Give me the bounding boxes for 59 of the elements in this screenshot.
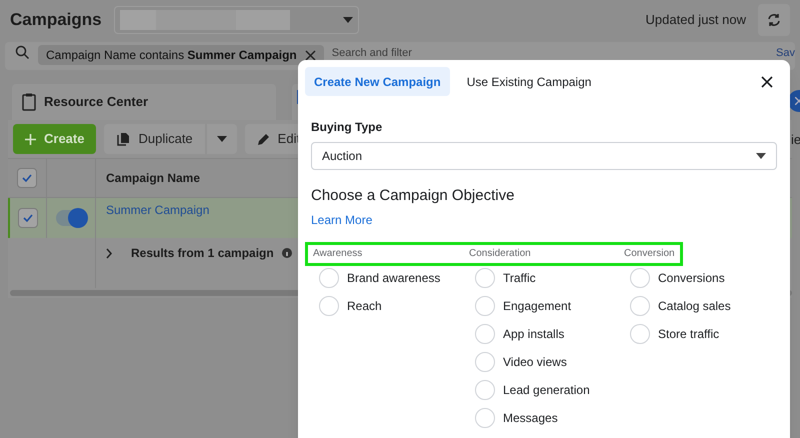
- objective-option[interactable]: Engagement: [503, 296, 572, 314]
- radio-button[interactable]: [630, 296, 650, 316]
- radio-button[interactable]: [630, 268, 650, 288]
- caret-icon: [216, 136, 227, 142]
- check-icon: [21, 172, 33, 184]
- objective-option[interactable]: Traffic: [503, 268, 536, 286]
- dialog-tab[interactable]: Create New Campaign: [305, 67, 450, 96]
- refresh-icon: [766, 12, 782, 28]
- dropdown-button[interactable]: [206, 124, 237, 154]
- results-summary: Results from 1 campaign: [131, 245, 274, 262]
- refresh-button[interactable]: [758, 4, 790, 36]
- checkbox[interactable]: [18, 208, 38, 228]
- category-heading: Consideration: [468, 246, 532, 260]
- radio-button[interactable]: [475, 268, 495, 288]
- learn-more-link[interactable]: Learn More: [311, 212, 372, 226]
- duplicate-button[interactable]: Duplicate: [104, 124, 205, 154]
- section-title: Choose a Campaign Objective: [311, 186, 516, 206]
- plus-icon: [25, 134, 36, 144]
- radio-button[interactable]: [630, 324, 650, 344]
- objective-option[interactable]: Video views: [503, 352, 567, 370]
- radio-button[interactable]: [475, 324, 495, 344]
- column-header[interactable]: Campaign Name: [96, 169, 200, 187]
- radio-button[interactable]: [475, 296, 495, 316]
- toggle-switch[interactable]: [56, 210, 86, 226]
- checkbox[interactable]: [17, 168, 37, 188]
- check-icon: [22, 212, 34, 224]
- filter-chip[interactable]: Campaign Name contains Summer Campaign: [38, 45, 324, 65]
- objective-option[interactable]: Conversions: [658, 268, 725, 286]
- radio-button[interactable]: [475, 352, 495, 372]
- radio-button[interactable]: [475, 380, 495, 400]
- update-status: Updated just now: [646, 11, 746, 30]
- dialog-tab[interactable]: Use Existing Campaign: [458, 67, 600, 96]
- field-label: Buying Type: [311, 119, 384, 136]
- copy-icon: [116, 132, 130, 146]
- close-icon[interactable]: [304, 50, 316, 60]
- pencil-icon: [256, 132, 270, 146]
- category-heading: Conversion: [623, 246, 676, 260]
- objective-option[interactable]: Reach: [347, 296, 382, 314]
- close-icon: [761, 76, 773, 88]
- objective-option[interactable]: Store traffic: [658, 324, 720, 342]
- buying-type-select[interactable]: Auction: [311, 142, 777, 170]
- radio-button[interactable]: [319, 268, 339, 288]
- page-title: Campaigns: [10, 9, 102, 32]
- objective-option[interactable]: Brand awareness: [347, 268, 440, 286]
- objective-option[interactable]: App installs: [503, 324, 564, 342]
- search-icon: [15, 45, 30, 60]
- account-dropdown[interactable]: [114, 6, 359, 34]
- resource-center-card[interactable]: Resource Center: [12, 84, 276, 120]
- save-link[interactable]: Sav: [776, 45, 795, 62]
- objective-option[interactable]: Messages: [503, 408, 558, 426]
- radio-button[interactable]: [319, 296, 339, 316]
- clipboard-icon: [22, 93, 36, 111]
- radio-button[interactable]: [475, 408, 495, 428]
- caret-icon: [342, 17, 353, 23]
- objective-option[interactable]: Lead generation: [503, 380, 590, 398]
- chevron-icon[interactable]: [106, 248, 113, 258]
- category-heading: Awareness: [312, 246, 364, 260]
- info-icon[interactable]: [282, 248, 292, 258]
- objective-option[interactable]: Catalog sales: [658, 296, 731, 314]
